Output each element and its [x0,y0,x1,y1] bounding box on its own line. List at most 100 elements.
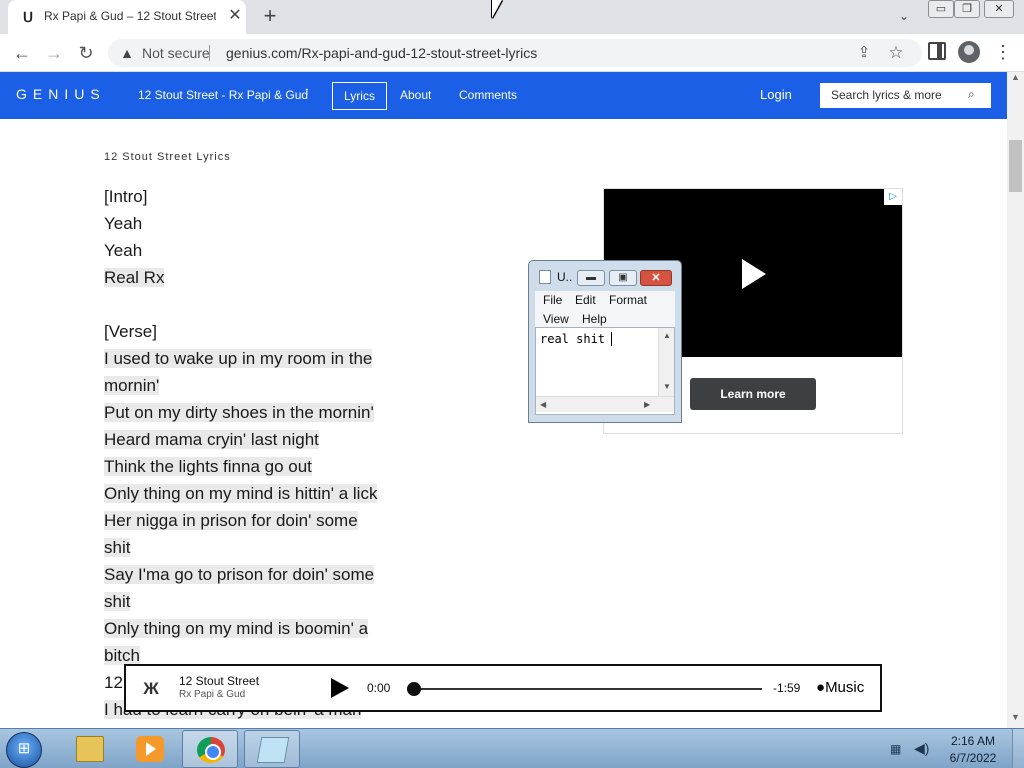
notepad-vertical-scrollbar[interactable]: ▲ ▼ [658,328,674,396]
scrollbar-thumb[interactable] [1009,140,1022,192]
annotated-lyric-text[interactable]: shit [104,538,131,557]
lyric-line[interactable]: Heard mama cryin' last night [104,426,319,453]
window-minimize-button[interactable]: ▭ [928,0,954,18]
nav-tab-lyrics[interactable]: Lyrics [332,82,387,110]
lyric-line[interactable]: Put on my dirty shoes in the mornin' [104,399,374,426]
np-scroll-left-icon[interactable]: ◀ [540,400,546,409]
not-secure-label[interactable]: Not secure [142,45,210,61]
player-artist[interactable]: Rx Papi & Gud [179,689,245,700]
annotated-lyric-text[interactable]: Think the lights finna go out [104,457,312,476]
lyric-line[interactable]: Think the lights finna go out [104,453,312,480]
start-button[interactable]: ⊞ [6,732,42,768]
menu-help[interactable]: Help [582,312,607,326]
clock-time[interactable]: 2:16 AM [950,734,996,748]
kebab-menu-icon[interactable]: ⋮ [994,40,1012,64]
lyric-line[interactable]: shit [104,588,131,615]
annotated-lyric-text[interactable]: Only thing on my mind is boomin' a [104,619,369,638]
lyric-line[interactable]: Yeah [104,237,142,264]
mouse-cursor-icon [492,0,502,18]
profile-avatar-icon[interactable] [958,41,980,63]
apple-music-logo[interactable]: ●Music [816,679,864,696]
apple-music-label: Music [825,679,865,696]
window-maximize-button[interactable]: ❐ [954,0,980,18]
clock-date[interactable]: 6/7/2022 [946,751,1000,765]
taskbar-notepad-button[interactable] [244,730,300,768]
annotated-lyric-text[interactable]: Only thing on my mind is hittin' a lick [104,484,378,503]
ad-choices-icon[interactable]: ▷ [884,189,902,205]
annotated-lyric-text[interactable]: mornin' [104,376,160,395]
url-text[interactable]: genius.com/Rx-papi-and-gud-12-stout-stre… [226,45,537,61]
player-song-title[interactable]: 12 Stout Street [179,674,259,688]
progress-knob[interactable] [407,682,421,696]
lyric-line[interactable]: shit [104,534,131,561]
genius-logo[interactable]: GENIUS [16,86,106,102]
notepad-horizontal-scrollbar[interactable]: ◀ ▶ [536,396,674,412]
back-arrow-icon[interactable]: ← [10,41,34,65]
search-icon[interactable]: ⌕ [968,87,975,102]
window-close-button[interactable]: ✕ [984,0,1014,18]
share-icon[interactable]: ⇪ [854,43,874,63]
annotated-lyric-text[interactable]: Say I'ma go to prison for doin' some [104,565,375,584]
taskbar-explorer-button[interactable] [62,730,118,768]
tab-search-icon[interactable]: ⌄ [894,6,914,26]
nav-tab-about[interactable]: About [400,88,431,102]
tab-close-icon[interactable]: ✕ [226,7,244,25]
lyric-line[interactable]: Yeah [104,210,142,237]
bookmark-star-icon[interactable]: ☆ [886,43,906,63]
lyric-line[interactable]: I used to wake up in my room in the [104,345,373,372]
np-scroll-down-icon[interactable]: ▼ [663,382,671,391]
login-link[interactable]: Login [760,87,792,102]
lyric-line[interactable]: Say I'ma go to prison for doin' some [104,561,375,588]
reload-icon[interactable]: ↻ [74,41,98,65]
annotated-lyric-text[interactable]: Her nigga in prison for doin' some [104,511,358,530]
lyric-line[interactable]: Only thing on my mind is boomin' a [104,615,369,642]
lyric-line[interactable]: Real Rx [104,264,165,291]
menu-edit[interactable]: Edit [575,293,596,307]
progress-track[interactable] [414,688,762,690]
menu-file[interactable]: File [543,293,562,307]
notepad-text-area[interactable]: real shit ▲ ▼ ◀ ▶ [535,327,675,415]
side-panel-icon[interactable] [928,42,946,60]
forward-arrow-icon[interactable]: → [42,41,66,65]
lyric-line[interactable]: mornin' [104,372,160,399]
nav-tab-comments[interactable]: Comments [459,88,517,102]
scroll-up-arrow-icon[interactable]: ▲ [1007,72,1024,86]
scroll-down-arrow-icon[interactable]: ▼ [1007,712,1024,726]
notepad-minimize-button[interactable]: ▬ [577,270,605,286]
notepad-maximize-button[interactable]: ▣ [609,270,637,286]
address-bar[interactable]: ▲ Not secure genius.com/Rx-papi-and-gud-… [108,39,922,67]
tab-strip: ᑌ Rx Papi & Gud – 12 Stout Street Lyrics… [0,0,1024,34]
menu-format[interactable]: Format [609,293,647,307]
np-scroll-right-icon[interactable]: ▶ [644,400,650,409]
song-link[interactable]: 12 Stout Street - Rx Papi & Gud [138,88,308,102]
lyric-line[interactable]: 12 [104,669,123,696]
browser-tab[interactable]: ᑌ Rx Papi & Gud – 12 Stout Street Lyrics… [8,0,246,34]
taskbar-chrome-button[interactable] [182,730,238,768]
notepad-window[interactable]: U.. ▬ ▣ ✕ File Edit Format View Help rea… [528,260,682,423]
lyric-line[interactable]: [Verse] [104,318,157,345]
annotated-lyric-text[interactable]: bitch [104,646,140,665]
song-link-arrow-icon: ↑ [304,84,310,98]
ad-learn-more-button[interactable]: Learn more [690,378,816,410]
notepad-close-button[interactable]: ✕ [640,270,672,286]
new-tab-button[interactable]: + [258,4,282,28]
warning-triangle-icon[interactable]: ▲ [118,44,136,62]
play-icon[interactable] [331,678,349,698]
annotated-lyric-text[interactable]: Heard mama cryin' last night [104,430,319,449]
lyric-line[interactable]: Only thing on my mind is hittin' a lick [104,480,378,507]
annotated-lyric-text[interactable]: Real Rx [104,268,165,287]
show-desktop-button[interactable] [1012,729,1024,768]
lyric-line[interactable]: [Intro] [104,183,147,210]
annotated-lyric-text[interactable]: shit [104,592,131,611]
windows-logo-icon: ⊞ [17,740,31,757]
np-scroll-up-icon[interactable]: ▲ [663,331,671,340]
taskbar-media-player-button[interactable] [122,730,178,768]
ad-play-icon[interactable] [742,259,766,289]
volume-icon[interactable]: ◀) [914,740,932,756]
annotated-lyric-text[interactable]: I used to wake up in my room in the [104,349,373,368]
search-input[interactable]: Search lyrics & more ⌕ [820,83,991,108]
network-icon[interactable]: ▦ [890,742,906,756]
annotated-lyric-text[interactable]: Put on my dirty shoes in the mornin' [104,403,374,422]
lyric-line[interactable]: Her nigga in prison for doin' some [104,507,358,534]
menu-view[interactable]: View [543,312,569,326]
